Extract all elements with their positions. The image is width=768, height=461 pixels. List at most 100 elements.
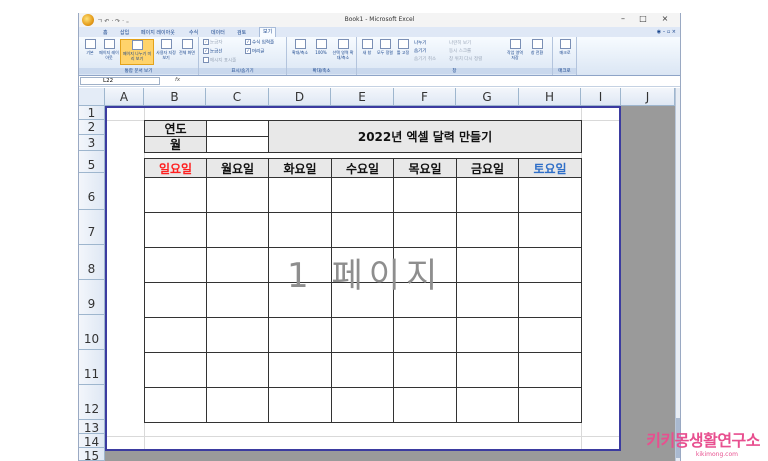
row-header-14[interactable]: 14 — [79, 434, 105, 449]
weekday-header-cell[interactable]: 화요일 — [268, 158, 332, 178]
day-cell[interactable] — [144, 212, 207, 248]
fx-icon[interactable]: fx — [175, 77, 180, 83]
new-window-button[interactable]: 새 창 — [359, 39, 375, 55]
maximize-button[interactable]: □ — [634, 14, 652, 23]
reset-window-position-button[interactable]: 창 위치 다시 정렬 — [449, 56, 482, 62]
day-cell[interactable] — [456, 352, 519, 388]
day-cell[interactable] — [456, 317, 519, 353]
help-controls[interactable]: ◉ – ▫ × — [657, 29, 676, 35]
year-value-cell[interactable] — [206, 120, 269, 137]
day-cell[interactable] — [206, 247, 269, 283]
day-cell[interactable] — [518, 212, 582, 248]
row-header-9[interactable]: 9 — [79, 280, 105, 315]
day-cell[interactable] — [144, 282, 207, 318]
name-box[interactable]: L22 — [80, 77, 160, 85]
tab-page-layout[interactable]: 페이지 레이아웃 — [141, 29, 175, 36]
month-value-cell[interactable] — [206, 136, 269, 153]
day-cell[interactable] — [268, 387, 332, 423]
arrange-all-button[interactable]: 모두 정렬 — [377, 39, 393, 55]
close-button[interactable]: × — [656, 14, 674, 23]
unhide-button[interactable]: 숨기기 취소 — [414, 56, 436, 62]
day-cell[interactable] — [331, 212, 394, 248]
column-header-j[interactable]: J — [621, 88, 675, 106]
day-cell[interactable] — [518, 387, 582, 423]
save-workspace-button[interactable]: 작업 영역 저장 — [505, 39, 525, 60]
worksheet[interactable]: A B C D E F G H I J 1 2 3 5 6 7 8 9 10 1… — [79, 88, 675, 461]
day-cell[interactable] — [268, 352, 332, 388]
day-cell[interactable] — [518, 177, 582, 213]
row-header-8[interactable]: 8 — [79, 245, 105, 280]
column-header-e[interactable]: E — [331, 88, 394, 106]
weekday-header-cell[interactable]: 월요일 — [206, 158, 269, 178]
column-header-i[interactable]: I — [581, 88, 621, 106]
row-header-1[interactable]: 1 — [79, 106, 105, 120]
full-screen-button[interactable]: 전체 화면 — [178, 39, 196, 55]
column-header-c[interactable]: C — [206, 88, 269, 106]
page-break-preview-button[interactable]: 페이지 나누기 미리 보기 — [120, 39, 154, 65]
day-cell[interactable] — [518, 352, 582, 388]
synchronous-scroll-button[interactable]: 동시 스크롤 — [449, 48, 471, 54]
zoom-to-selection-button[interactable]: 선택 영역 확대/축소 — [331, 39, 355, 60]
day-cell[interactable] — [518, 247, 582, 283]
weekday-header-cell[interactable]: 금요일 — [456, 158, 519, 178]
row-header-5[interactable]: 5 — [79, 151, 105, 173]
row-header-12[interactable]: 12 — [79, 385, 105, 420]
day-cell[interactable] — [331, 352, 394, 388]
tab-review[interactable]: 검토 — [237, 29, 246, 36]
ruler-checkbox[interactable]: ✓ 눈금자 — [203, 39, 222, 46]
column-header-a[interactable]: A — [105, 88, 144, 106]
day-cell[interactable] — [206, 282, 269, 318]
calendar-title-cell[interactable]: 2022년 엑셀 달력 만들기 — [268, 120, 582, 153]
row-header-3[interactable]: 3 — [79, 135, 105, 151]
day-cell[interactable] — [144, 352, 207, 388]
day-cell[interactable] — [393, 177, 457, 213]
tab-data[interactable]: 데이터 — [211, 29, 225, 36]
formula-bar-checkbox[interactable]: ✓ 수식 입력줄 — [245, 39, 274, 46]
day-cell[interactable] — [393, 317, 457, 353]
freeze-panes-button[interactable]: 틀 고정 — [395, 39, 411, 55]
day-cell[interactable] — [331, 317, 394, 353]
tab-insert[interactable]: 삽입 — [120, 29, 129, 36]
day-cell[interactable] — [206, 352, 269, 388]
weekday-header-cell[interactable]: 일요일 — [144, 158, 207, 178]
normal-view-button[interactable]: 기본 — [81, 39, 99, 55]
column-header-f[interactable]: F — [394, 88, 456, 106]
column-header-b[interactable]: B — [144, 88, 206, 106]
weekday-header-cell[interactable]: 수요일 — [331, 158, 394, 178]
weekday-header-cell[interactable]: 토요일 — [518, 158, 582, 178]
page-layout-view-button[interactable]: 페이지 레이아웃 — [99, 39, 119, 60]
day-cell[interactable] — [518, 282, 582, 318]
select-all-corner[interactable] — [79, 88, 105, 106]
zoom-button[interactable]: 확대/축소 — [289, 39, 311, 55]
tab-home[interactable]: 홈 — [103, 29, 108, 36]
gridlines-checkbox[interactable]: ✓ 눈금선 — [203, 48, 222, 55]
row-header-11[interactable]: 11 — [79, 350, 105, 385]
row-header-10[interactable]: 10 — [79, 315, 105, 350]
day-cell[interactable] — [393, 352, 457, 388]
minimize-button[interactable]: – — [614, 14, 632, 23]
day-cell[interactable] — [206, 177, 269, 213]
weekday-header-cell[interactable]: 목요일 — [393, 158, 457, 178]
day-cell[interactable] — [206, 212, 269, 248]
column-header-h[interactable]: H — [519, 88, 581, 106]
tab-view[interactable]: 보기 — [259, 27, 277, 37]
tab-formulas[interactable]: 수식 — [189, 29, 198, 36]
month-label-cell[interactable]: 월 — [144, 136, 207, 153]
day-cell[interactable] — [456, 177, 519, 213]
day-cell[interactable] — [144, 317, 207, 353]
custom-views-button[interactable]: 사용자 지정 보기 — [156, 39, 176, 60]
day-cell[interactable] — [456, 247, 519, 283]
day-cell[interactable] — [206, 387, 269, 423]
day-cell[interactable] — [331, 387, 394, 423]
row-header-15[interactable]: 15 — [79, 448, 105, 461]
day-cell[interactable] — [456, 282, 519, 318]
macros-button[interactable]: 매크로 — [555, 39, 575, 55]
column-header-g[interactable]: G — [456, 88, 519, 106]
day-cell[interactable] — [144, 177, 207, 213]
row-header-2[interactable]: 2 — [79, 120, 105, 135]
vertical-scrollbar[interactable] — [675, 88, 680, 461]
row-header-13[interactable]: 13 — [79, 420, 105, 435]
year-label-cell[interactable]: 연도 — [144, 120, 207, 137]
row-header-7[interactable]: 7 — [79, 210, 105, 245]
view-side-by-side-button[interactable]: 나란히 보기 — [449, 40, 471, 46]
